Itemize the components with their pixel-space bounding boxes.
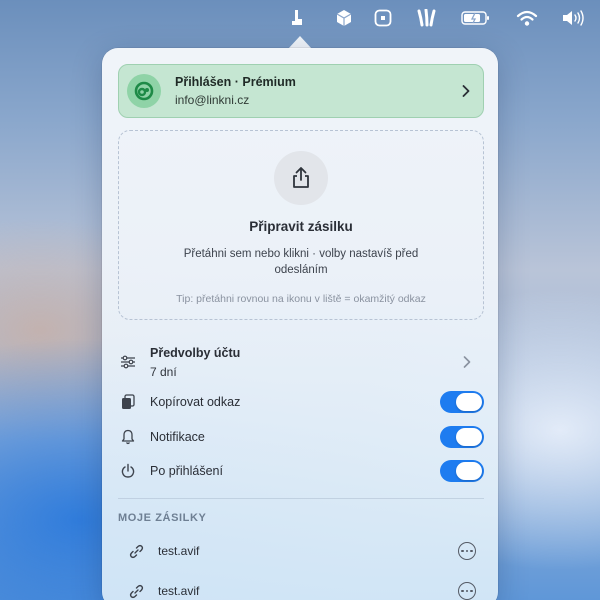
notifications-label: Notifikace xyxy=(150,430,205,444)
upload-dropzone[interactable]: Připravit zásilku Přetáhni sem nebo klik… xyxy=(118,130,484,320)
dropzone-title: Připravit zásilku xyxy=(249,219,353,234)
volume-icon[interactable] xyxy=(561,8,585,28)
link-icon xyxy=(128,543,144,559)
copy-link-row: Kopírovat odkaz xyxy=(118,391,484,413)
linkni-app-icon[interactable] xyxy=(289,8,305,28)
copy-link-toggle[interactable] xyxy=(440,391,484,413)
launch-at-login-label: Po přihlášení xyxy=(150,464,223,478)
bell-icon xyxy=(120,429,136,445)
sliders-icon xyxy=(120,354,136,370)
account-card[interactable]: Přihlášen · Prémium info@linkni.cz xyxy=(118,64,484,118)
launch-at-login-toggle[interactable] xyxy=(440,460,484,482)
link-icon xyxy=(128,583,144,599)
square-app-icon[interactable] xyxy=(374,8,392,28)
more-options-icon[interactable] xyxy=(458,542,476,560)
chevron-right-icon xyxy=(460,355,474,369)
copy-icon xyxy=(120,394,136,410)
notifications-toggle[interactable] xyxy=(440,426,484,448)
menu-bar xyxy=(0,0,600,34)
preferences-title: Předvolby účtu xyxy=(150,345,241,360)
share-button[interactable] xyxy=(274,151,328,205)
link-logo-icon xyxy=(134,81,154,101)
divider xyxy=(118,498,484,499)
account-email: info@linkni.cz xyxy=(175,93,250,107)
preferences-subtitle: 7 dní xyxy=(150,364,177,379)
box-icon[interactable] xyxy=(335,8,353,28)
power-icon xyxy=(120,463,136,479)
share-icon xyxy=(293,167,309,188)
battery-icon[interactable] xyxy=(461,8,491,28)
shipment-item[interactable]: test.avif xyxy=(118,580,484,600)
shipment-name: test.avif xyxy=(158,584,200,598)
chevron-right-icon xyxy=(459,84,473,98)
account-status: Přihlášen · Prémium xyxy=(175,75,296,89)
copy-link-label: Kopírovat odkaz xyxy=(150,395,241,409)
launch-at-login-row: Po přihlášení xyxy=(118,460,484,482)
linkni-popover: Přihlášen · Prémium info@linkni.cz Připr… xyxy=(102,48,498,600)
account-preferences-row[interactable]: Předvolby účtu 7 dní xyxy=(118,344,484,380)
wifi-icon[interactable] xyxy=(516,8,538,28)
dropzone-tip: Tip: přetáhni rovnou na ikonu v liště = … xyxy=(176,293,426,305)
shipment-name: test.avif xyxy=(158,544,200,558)
shipments-section-header: MOJE ZÁSILKY xyxy=(118,512,207,524)
carrot-icon[interactable] xyxy=(416,8,438,28)
account-avatar xyxy=(127,74,161,108)
notifications-row: Notifikace xyxy=(118,426,484,448)
dropzone-description: Přetáhni sem nebo klikni · volby nastaví… xyxy=(183,248,419,276)
more-options-icon[interactable] xyxy=(458,582,476,600)
shipment-item[interactable]: test.avif xyxy=(118,540,484,562)
